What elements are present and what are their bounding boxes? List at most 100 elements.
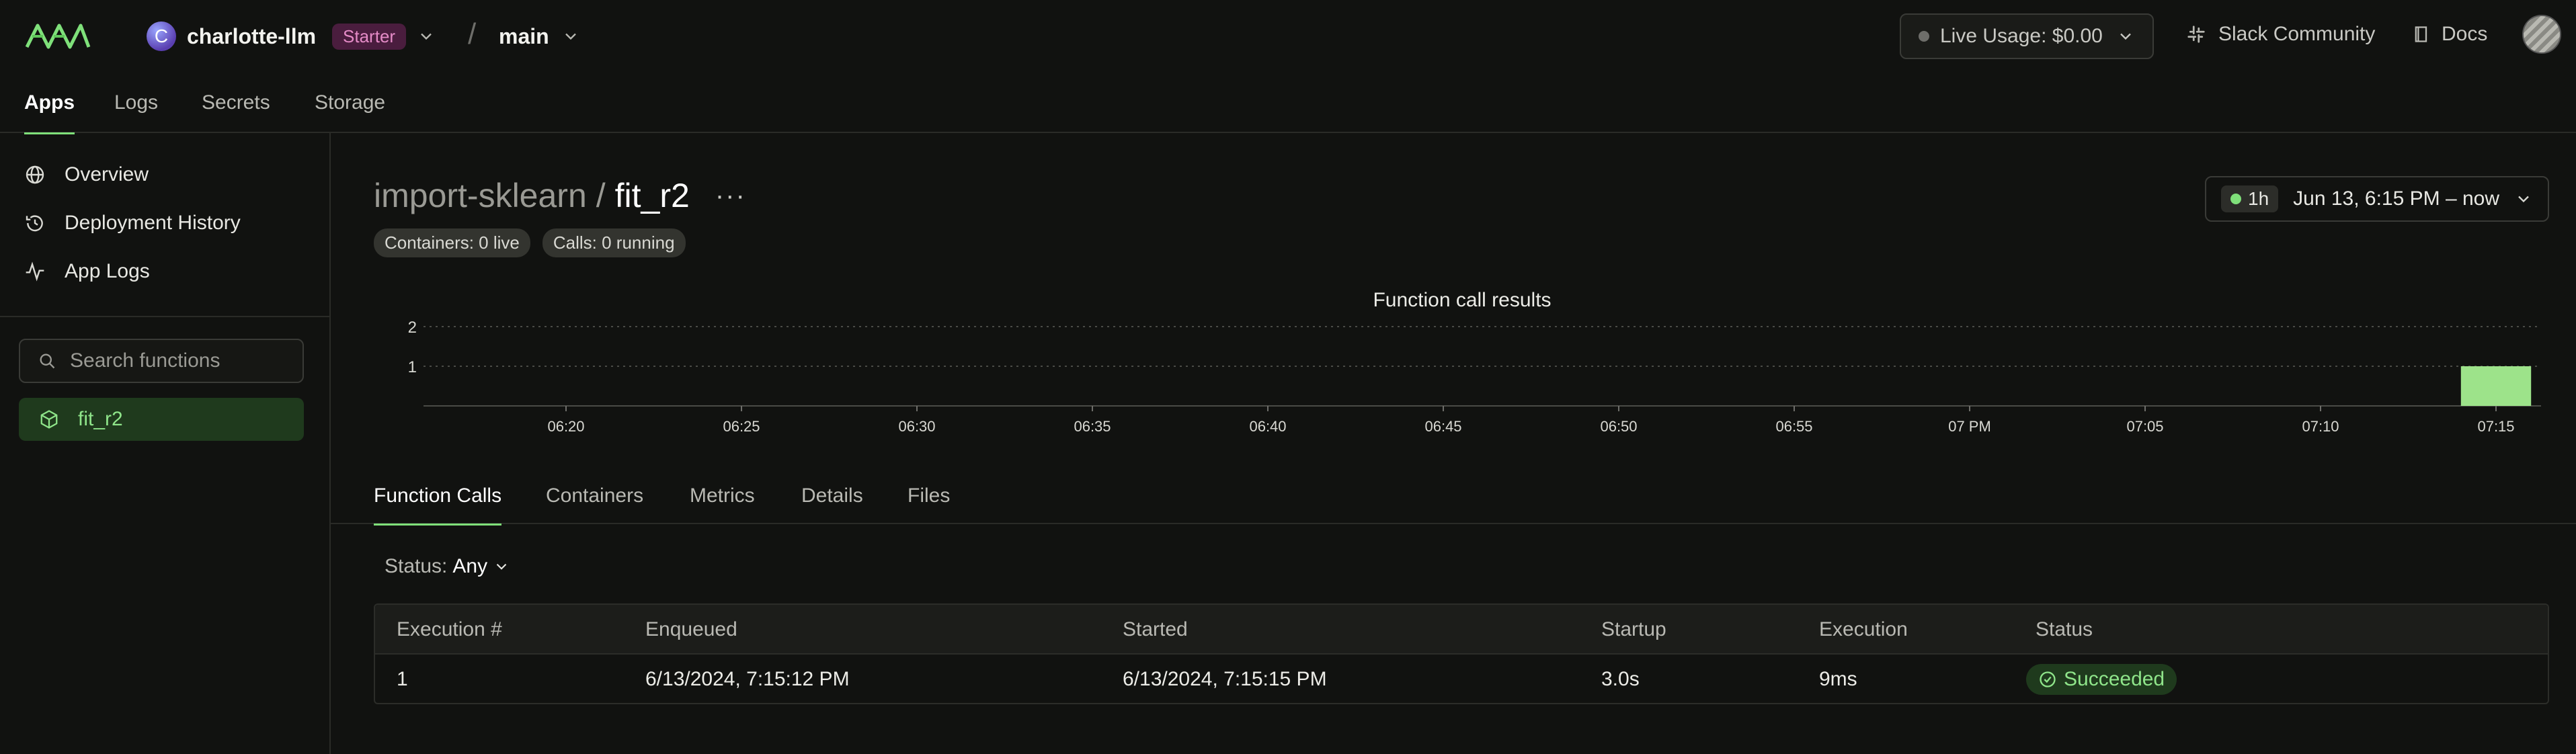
status-filter-dropdown[interactable]: Status: Any bbox=[385, 555, 510, 578]
function-item-label: fit_r2 bbox=[78, 408, 123, 430]
cell-execution: 9ms bbox=[1819, 668, 1857, 690]
status-dot-icon bbox=[1919, 31, 1929, 42]
column-header-started[interactable]: Started bbox=[1123, 605, 1188, 655]
nav-tab-storage[interactable]: Storage bbox=[315, 73, 385, 133]
chevron-down-icon bbox=[421, 33, 432, 40]
workspace-avatar: C bbox=[147, 22, 176, 51]
function-item-fit-r2[interactable]: fit_r2 bbox=[19, 398, 304, 441]
column-header-startup[interactable]: Startup bbox=[1601, 605, 1666, 655]
sidebar-item-deployment-history[interactable]: Deployment History bbox=[24, 203, 241, 243]
status-pills: Containers: 0 live Calls: 0 running bbox=[374, 228, 686, 257]
search-functions-field[interactable] bbox=[19, 339, 304, 383]
docs-link[interactable]: Docs bbox=[2412, 23, 2487, 46]
table-row[interactable]: 1 6/13/2024, 7:15:12 PM 6/13/2024, 7:15:… bbox=[375, 655, 2548, 703]
more-options-icon[interactable]: ··· bbox=[715, 181, 746, 211]
tab-details[interactable]: Details bbox=[801, 468, 863, 524]
column-header-status[interactable]: Status bbox=[2036, 605, 2093, 655]
status-badge: Succeeded bbox=[2026, 664, 2177, 695]
environment-switcher[interactable]: main bbox=[499, 22, 580, 51]
x-tick-label: 07:15 bbox=[2477, 418, 2514, 435]
chart-bar[interactable] bbox=[2460, 366, 2532, 406]
x-tick-label: 06:55 bbox=[1775, 418, 1812, 435]
book-icon bbox=[2415, 26, 2427, 42]
column-header-execution[interactable]: Execution bbox=[1819, 605, 1908, 655]
live-dot-icon bbox=[2230, 194, 2241, 204]
x-tick-label: 06:20 bbox=[547, 418, 584, 435]
nav-tab-logs[interactable]: Logs bbox=[114, 73, 158, 133]
y-tick-label: 2 bbox=[408, 319, 417, 337]
function-subtabs: Function Calls Containers Metrics Detail… bbox=[331, 468, 2576, 526]
x-tick-label: 07:10 bbox=[2302, 418, 2339, 435]
x-tick-label: 06:45 bbox=[1424, 418, 1461, 435]
slack-community-label: Slack Community bbox=[2218, 23, 2376, 45]
x-tick-label: 06:30 bbox=[898, 418, 935, 435]
time-range-badge: 1h bbox=[2221, 185, 2279, 212]
sidebar: Overview Deployment History App Logs Sea… bbox=[0, 133, 331, 754]
sidebar-item-label: App Logs bbox=[65, 260, 150, 282]
cell-execution-number: 1 bbox=[397, 668, 408, 690]
column-header-execution-number[interactable]: Execution # bbox=[397, 605, 502, 655]
cube-icon bbox=[40, 410, 58, 429]
sidebar-item-app-logs[interactable]: App Logs bbox=[24, 251, 150, 292]
cell-started: 6/13/2024, 7:15:15 PM bbox=[1123, 668, 1327, 690]
tab-function-calls[interactable]: Function Calls bbox=[374, 468, 502, 526]
y-tick-label: 1 bbox=[408, 358, 417, 376]
containers-live-pill: Containers: 0 live bbox=[374, 228, 530, 257]
column-header-enqueued[interactable]: Enqueued bbox=[645, 605, 737, 655]
function-name: fit_r2 bbox=[614, 177, 690, 214]
status-label: Succeeded bbox=[2064, 668, 2165, 690]
chevron-down-icon bbox=[565, 33, 576, 40]
user-avatar[interactable] bbox=[2522, 15, 2561, 54]
title-separator: / bbox=[596, 177, 606, 214]
x-tick-label: 06:35 bbox=[1074, 418, 1111, 435]
docs-label: Docs bbox=[2442, 23, 2488, 45]
function-calls-table: Execution # Enqueued Started Startup Exe… bbox=[374, 603, 2549, 704]
history-icon bbox=[26, 215, 43, 232]
search-functions-input[interactable] bbox=[69, 349, 297, 373]
workspace-switcher[interactable]: C charlotte-llm Starter bbox=[147, 22, 436, 51]
sidebar-item-overview[interactable]: Overview bbox=[24, 155, 149, 195]
top-bar: C charlotte-llm Starter / main Live Usag… bbox=[0, 0, 2576, 73]
time-range-selector[interactable]: 1h Jun 13, 6:15 PM – now bbox=[2205, 176, 2549, 222]
tab-metrics[interactable]: Metrics bbox=[690, 468, 755, 524]
live-usage-label: Live Usage: $0.00 bbox=[1940, 25, 2103, 47]
x-tick-label: 07 PM bbox=[1948, 418, 1991, 435]
workspace-name: charlotte-llm bbox=[187, 24, 317, 48]
check-circle-icon bbox=[2040, 671, 2056, 687]
cell-status: Succeeded bbox=[2026, 655, 2177, 703]
nav-tab-secrets[interactable]: Secrets bbox=[202, 73, 270, 133]
slack-icon bbox=[2187, 26, 2205, 43]
x-tick-label: 07:05 bbox=[2126, 418, 2163, 435]
nav-tab-apps[interactable]: Apps bbox=[24, 73, 75, 134]
chevron-down-icon bbox=[2120, 33, 2131, 40]
tab-containers[interactable]: Containers bbox=[546, 468, 643, 524]
page-title: import-sklearn / fit_r2 ··· bbox=[374, 176, 746, 215]
filter-label: Status: bbox=[385, 555, 448, 577]
chart-title: Function call results bbox=[1373, 289, 1552, 311]
sidebar-item-label: Deployment History bbox=[65, 212, 241, 234]
time-range-label: Jun 13, 6:15 PM – now bbox=[2293, 187, 2500, 210]
slack-community-link[interactable]: Slack Community bbox=[2186, 23, 2375, 46]
x-tick-label: 06:25 bbox=[723, 418, 760, 435]
time-range-duration: 1h bbox=[2248, 188, 2269, 209]
globe-icon bbox=[26, 165, 44, 184]
x-tick-label: 06:40 bbox=[1249, 418, 1286, 435]
tab-files[interactable]: Files bbox=[908, 468, 950, 524]
sidebar-item-label: Overview bbox=[65, 163, 149, 185]
plan-badge: Starter bbox=[332, 23, 407, 50]
live-usage-button[interactable]: Live Usage: $0.00 bbox=[1900, 13, 2154, 59]
main-nav: Apps Logs Secrets Storage bbox=[0, 73, 2576, 134]
cell-startup: 3.0s bbox=[1601, 668, 1640, 690]
function-call-results-chart: 1 2 06:20 06:25 06:30 06:35 06:40 06:45 06:50 06:… bbox=[408, 319, 2541, 435]
modal-logo-icon[interactable] bbox=[24, 16, 91, 56]
filter-value: Any bbox=[452, 555, 488, 577]
search-icon bbox=[40, 353, 55, 369]
chevron-down-icon bbox=[2518, 196, 2529, 203]
app-name[interactable]: import-sklearn bbox=[374, 176, 587, 215]
calls-running-pill: Calls: 0 running bbox=[542, 228, 686, 257]
sidebar-divider bbox=[0, 316, 329, 317]
environment-name: main bbox=[499, 24, 549, 48]
breadcrumb-separator: / bbox=[468, 17, 477, 50]
activity-icon bbox=[26, 261, 44, 282]
cell-enqueued: 6/13/2024, 7:15:12 PM bbox=[645, 668, 850, 690]
